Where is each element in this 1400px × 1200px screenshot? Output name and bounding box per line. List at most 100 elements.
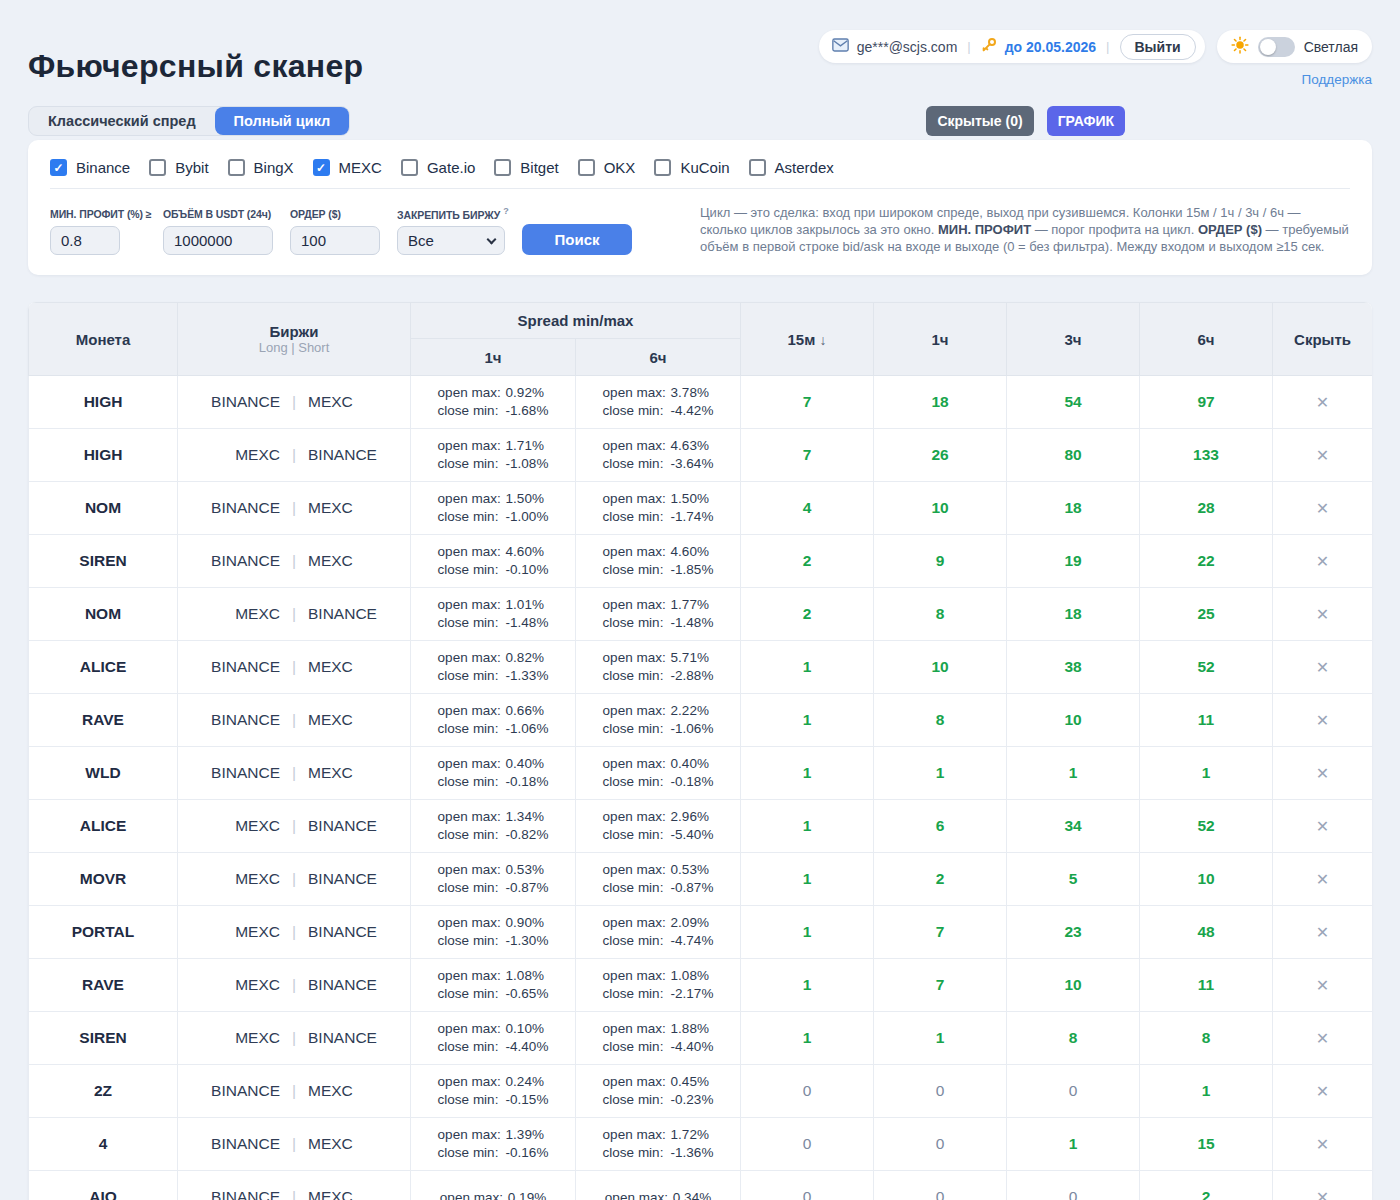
checkbox-box[interactable] (50, 159, 67, 176)
count-cell: 7 (741, 376, 874, 429)
spread-open-line: open max:0.40% (603, 755, 714, 773)
hide-row-button[interactable]: ✕ (1316, 870, 1329, 889)
spread-open-label: open max: (603, 596, 671, 614)
spread-open-label: open max: (603, 649, 671, 667)
hide-row-button[interactable]: ✕ (1316, 1029, 1329, 1048)
hide-row-button[interactable]: ✕ (1316, 764, 1329, 783)
exchanges-cell: BINANCE|MEXC (178, 1065, 411, 1118)
spread-open-label: open max: (603, 437, 671, 455)
checkbox-box[interactable] (494, 159, 511, 176)
exchange-checkbox-bingx[interactable]: BingX (228, 159, 294, 176)
exchange-checkbox-binance[interactable]: Binance (50, 159, 130, 176)
cycle-count: 97 (1148, 393, 1264, 411)
cycle-count: 2 (749, 605, 865, 623)
coin-name: SIREN (37, 552, 169, 570)
spread-values: open max:2.22%close min:-1.06% (603, 702, 714, 738)
checkbox-box[interactable] (654, 159, 671, 176)
exchange-checkbox-mexc[interactable]: MEXC (313, 159, 382, 176)
spread-values: open max:1.72%close min:-1.36% (603, 1126, 714, 1162)
exchange-checkbox-bybit[interactable]: Bybit (149, 159, 208, 176)
hide-row-button[interactable]: ✕ (1316, 976, 1329, 995)
tab-full-cycle[interactable]: Полный цикл (215, 107, 350, 135)
exchange-checkbox-asterdex[interactable]: Asterdex (749, 159, 834, 176)
table-row-nom: NOMMEXC|BINANCEopen max:1.01%close min:-… (29, 588, 1373, 641)
spread-values: open max:0.34% (605, 1189, 711, 1200)
spread-close-line: close min:-0.18% (438, 773, 549, 791)
long-exchange: BINANCE (186, 1135, 280, 1153)
count-cell: 1 (1007, 1118, 1140, 1171)
spread-cell: open max:1.08%close min:-0.65% (411, 959, 576, 1012)
short-exchange: MEXC (308, 1188, 402, 1200)
spread-close-label: close min: (438, 879, 506, 897)
coin-cell: WLD (29, 747, 178, 800)
cycle-count: 2 (1148, 1188, 1264, 1200)
exchange-pair: MEXC|BINANCE (186, 976, 402, 994)
exchange-checkbox-gate.io[interactable]: Gate.io (401, 159, 475, 176)
long-exchange: BINANCE (186, 1082, 280, 1100)
hint-icon: ? (503, 206, 508, 216)
cycle-count: 4 (749, 499, 865, 517)
checkbox-box[interactable] (228, 159, 245, 176)
spread-open-line: open max:0.10% (438, 1020, 549, 1038)
min-profit-input[interactable] (50, 226, 120, 255)
order-input[interactable] (290, 226, 380, 255)
spread-open-line: open max:0.90% (438, 914, 549, 932)
count-cell: 18 (1007, 588, 1140, 641)
checkbox-box[interactable] (149, 159, 166, 176)
spread-cell: open max:0.19% (411, 1171, 576, 1200)
hide-row-button[interactable]: ✕ (1316, 446, 1329, 465)
exchange-checkbox-bitget[interactable]: Bitget (494, 159, 558, 176)
volume-input[interactable] (163, 226, 273, 255)
spread-close-label: close min: (603, 985, 671, 1003)
hide-row-button[interactable]: ✕ (1316, 1188, 1329, 1200)
spread-cell: open max:4.60%close min:-1.85% (576, 535, 741, 588)
hide-row-button[interactable]: ✕ (1316, 393, 1329, 412)
exchange-checkbox-okx[interactable]: OKX (578, 159, 636, 176)
hide-row-button[interactable]: ✕ (1316, 552, 1329, 571)
spread-open-line: open max:0.45% (603, 1073, 714, 1091)
logout-button[interactable]: Выйти (1120, 34, 1196, 60)
cycle-count: 5 (1015, 870, 1131, 888)
hide-cell: ✕ (1273, 1065, 1372, 1118)
col-header-15m[interactable]: 15м ↓ (741, 303, 874, 376)
hide-row-button[interactable]: ✕ (1316, 499, 1329, 518)
hide-row-button[interactable]: ✕ (1316, 817, 1329, 836)
hide-row-button[interactable]: ✕ (1316, 711, 1329, 730)
exchange-checkbox-kucoin[interactable]: KuCoin (654, 159, 729, 176)
spread-open-label: open max: (438, 437, 506, 455)
exchanges-cell: BINANCE|MEXC (178, 747, 411, 800)
cycle-count: 1 (749, 1029, 865, 1047)
pin-exchange-select[interactable]: Все (397, 226, 505, 255)
hide-row-button[interactable]: ✕ (1316, 1135, 1329, 1154)
spread-close-label: close min: (438, 614, 506, 632)
spread-open-label: open max: (440, 1189, 508, 1200)
spread-values: open max:2.96%close min:-5.40% (603, 808, 714, 844)
spread-values: open max:4.60%close min:-0.10% (438, 543, 549, 579)
hide-row-button[interactable]: ✕ (1316, 923, 1329, 942)
exchange-separator: | (280, 870, 308, 888)
hidden-button[interactable]: Скрытые (0) (926, 106, 1033, 136)
spread-close-line: close min:-3.64% (603, 455, 714, 473)
chart-button[interactable]: ГРАФИК (1047, 106, 1125, 136)
long-exchange: MEXC (186, 976, 280, 994)
hide-row-button[interactable]: ✕ (1316, 605, 1329, 624)
cycle-count: 1 (749, 764, 865, 782)
checkbox-box[interactable] (578, 159, 595, 176)
hide-row-button[interactable]: ✕ (1316, 1082, 1329, 1101)
spread-cell: open max:1.88%close min:-4.40% (576, 1012, 741, 1065)
cycle-count: 52 (1148, 658, 1264, 676)
tab-classic-spread[interactable]: Классический спред (29, 107, 215, 135)
checkbox-box[interactable] (313, 159, 330, 176)
search-button[interactable]: Поиск (522, 224, 632, 255)
count-cell: 11 (1140, 959, 1273, 1012)
exchanges-cell: MEXC|BINANCE (178, 853, 411, 906)
support-link[interactable]: Поддержка (1302, 72, 1372, 87)
col-header-1h[interactable]: 1ч (874, 303, 1007, 376)
hide-row-button[interactable]: ✕ (1316, 658, 1329, 677)
pin-exchange-value[interactable]: Все (397, 226, 505, 255)
checkbox-box[interactable] (401, 159, 418, 176)
checkbox-box[interactable] (749, 159, 766, 176)
col-header-6h[interactable]: 6ч (1140, 303, 1273, 376)
col-header-3h[interactable]: 3ч (1007, 303, 1140, 376)
theme-toggle[interactable] (1258, 37, 1295, 57)
